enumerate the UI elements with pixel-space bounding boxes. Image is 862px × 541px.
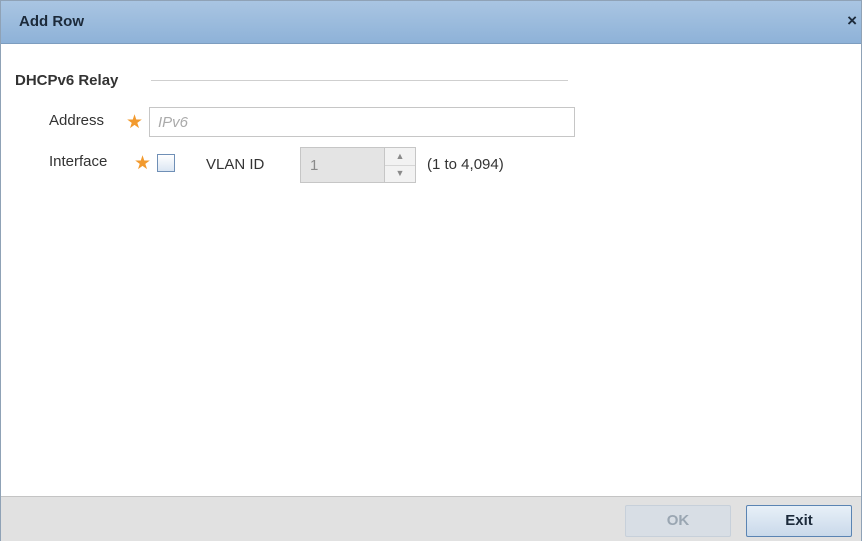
address-label: Address [49, 112, 105, 129]
vlan-range-hint: (1 to 4,094) [427, 156, 504, 173]
required-star-icon: ★ [126, 112, 144, 133]
dialog-titlebar: Add Row × [1, 1, 861, 44]
add-row-dialog: Add Row × DHCPv6 Relay Address ★ Interfa… [0, 0, 862, 541]
dialog-footer: OK Exit [1, 496, 861, 541]
required-star-icon: ★ [134, 153, 152, 174]
address-input[interactable] [149, 107, 575, 137]
ok-button[interactable]: OK [625, 505, 731, 537]
vlan-id-label: VLAN ID [206, 156, 265, 173]
section-divider [151, 80, 568, 81]
vlan-id-stepper[interactable]: 1 ▲ ▼ [300, 147, 416, 183]
interface-label: Interface [49, 153, 108, 170]
interface-checkbox[interactable] [157, 154, 175, 172]
stepper-buttons: ▲ ▼ [384, 148, 415, 182]
vlan-id-value: 1 [310, 157, 319, 174]
exit-button[interactable]: Exit [746, 505, 852, 537]
stepper-up-icon[interactable]: ▲ [385, 148, 415, 166]
section-title: DHCPv6 Relay [15, 72, 119, 89]
stepper-down-icon[interactable]: ▼ [385, 165, 415, 182]
close-icon[interactable]: × [847, 11, 857, 31]
dialog-title: Add Row [19, 13, 84, 30]
